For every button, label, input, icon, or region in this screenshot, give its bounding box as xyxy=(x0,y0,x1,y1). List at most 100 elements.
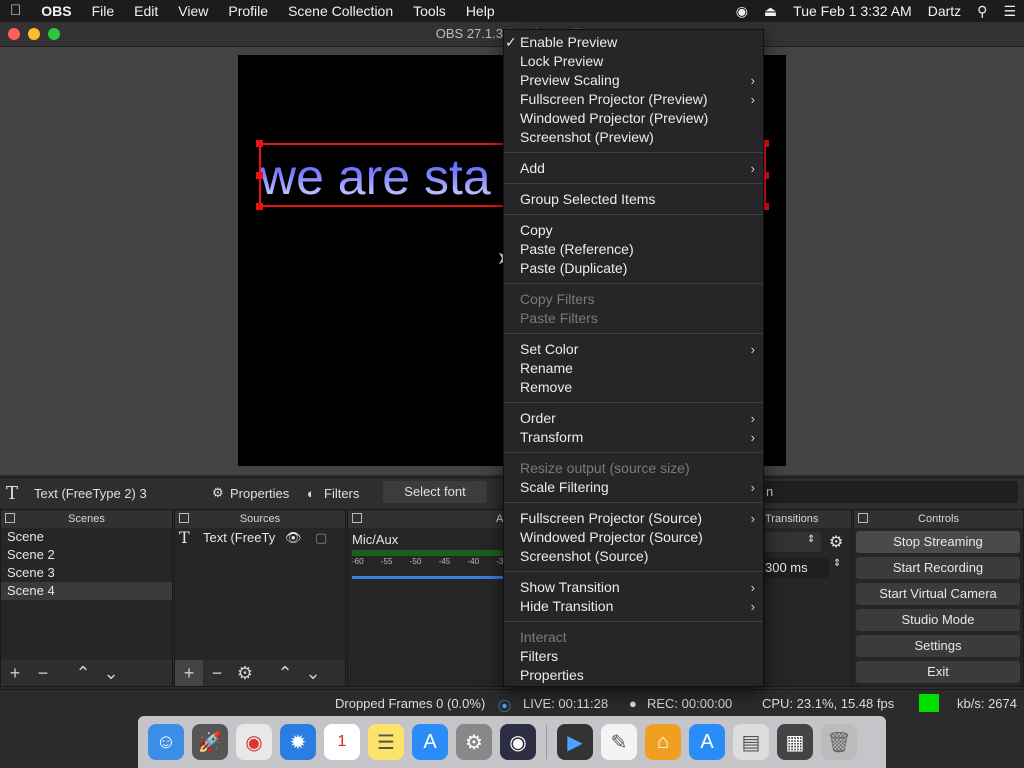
exit-button[interactable]: Exit xyxy=(856,661,1020,683)
textedit-icon[interactable]: ✎ xyxy=(601,724,637,760)
menu-item-paste-reference[interactable]: Paste (Reference) xyxy=(520,240,763,259)
menu-item-label: Enable Preview xyxy=(520,34,618,50)
menu-user[interactable]: Dartz xyxy=(928,3,961,19)
gear-icon[interactable]: ⚙ xyxy=(829,532,843,552)
dock-float-icon[interactable] xyxy=(858,513,868,523)
eye-icon[interactable]: 👁 xyxy=(285,528,302,548)
menu-item-group-selected[interactable]: Group Selected Items xyxy=(520,190,763,209)
menu-item-add[interactable]: Add › xyxy=(520,159,763,178)
studio-mode-button[interactable]: Studio Mode xyxy=(856,609,1020,631)
resize-handle-bl[interactable] xyxy=(256,203,263,210)
dock-float-icon[interactable] xyxy=(352,513,362,523)
calendar-icon[interactable]: 1 xyxy=(324,724,360,760)
scene-item[interactable]: Scene 3 xyxy=(1,564,172,582)
menu-item-filters[interactable]: Filters xyxy=(520,647,763,666)
media-player-icon[interactable]: ▶ xyxy=(557,724,593,760)
menu-help[interactable]: Help xyxy=(456,0,505,22)
menu-item-label: Set Color xyxy=(520,341,579,357)
home-icon[interactable]: ⌂ xyxy=(645,724,681,760)
obs-tray-icon[interactable]: ◉ xyxy=(736,3,748,20)
remove-source-icon[interactable]: − xyxy=(203,660,231,686)
menu-item-properties[interactable]: Properties xyxy=(520,666,763,685)
app-store-icon[interactable]: A xyxy=(412,724,448,760)
safari-icon[interactable]: ✹ xyxy=(280,724,316,760)
resize-handle-tl[interactable] xyxy=(256,140,263,147)
dock-float-icon[interactable] xyxy=(5,513,15,523)
move-up-icon[interactable]: ⌃ xyxy=(69,660,97,686)
obs-icon[interactable]: ◉ xyxy=(500,724,536,760)
notes-icon[interactable]: ☰ xyxy=(368,724,404,760)
menu-item-transform[interactable]: Transform › xyxy=(520,428,763,447)
menu-tools[interactable]: Tools xyxy=(403,0,456,22)
menu-item-rename[interactable]: Rename xyxy=(520,359,763,378)
duration-field[interactable]: 300 ms xyxy=(765,558,829,578)
menu-view[interactable]: View xyxy=(168,0,218,22)
duration-stepper-icon[interactable]: ⇕ xyxy=(833,558,841,569)
trash-icon[interactable]: 🗑 xyxy=(821,724,857,760)
scene-item-selected[interactable]: Scene 4 xyxy=(1,582,172,600)
move-up-icon[interactable]: ⌃ xyxy=(271,660,299,686)
settings-button[interactable]: Settings xyxy=(856,635,1020,657)
control-center-icon[interactable]: ☰ xyxy=(1003,3,1016,20)
menu-file[interactable]: File xyxy=(82,0,125,22)
menu-scene-collection[interactable]: Scene Collection xyxy=(278,0,403,22)
volume-slider[interactable] xyxy=(352,576,508,579)
move-down-icon[interactable]: ⌄ xyxy=(97,660,125,686)
spotlight-search-icon[interactable]: ⚲ xyxy=(977,3,987,20)
menu-edit[interactable]: Edit xyxy=(124,0,168,22)
gear-icon[interactable]: ⚙ xyxy=(231,660,259,686)
menu-item-screenshot-source[interactable]: Screenshot (Source) xyxy=(520,547,763,566)
chrome-icon[interactable]: ◉ xyxy=(236,724,272,760)
folder-stack-icon[interactable]: ▦ xyxy=(777,724,813,760)
chevron-updown-icon[interactable]: ⇕ xyxy=(807,534,815,545)
menu-item-scale-filtering[interactable]: Scale Filtering › xyxy=(520,478,763,497)
menu-separator xyxy=(504,333,763,334)
menu-item-screenshot-preview[interactable]: Screenshot (Preview) xyxy=(520,128,763,147)
menu-item-windowed-projector-source[interactable]: Windowed Projector (Source) xyxy=(520,528,763,547)
add-source-icon[interactable]: + xyxy=(175,660,203,686)
menu-profile[interactable]: Profile xyxy=(218,0,278,22)
menu-item-windowed-projector-preview[interactable]: Windowed Projector (Preview) xyxy=(520,109,763,128)
start-recording-button[interactable]: Start Recording xyxy=(856,557,1020,579)
properties-button[interactable]: Properties xyxy=(230,486,289,501)
menu-separator xyxy=(504,621,763,622)
document-icon[interactable]: ▤ xyxy=(733,724,769,760)
menu-app-obs[interactable]: OBS xyxy=(31,0,81,22)
resize-handle-ml[interactable] xyxy=(256,172,263,179)
app-store-icon-2[interactable]: A xyxy=(689,724,725,760)
menu-item-lock-preview[interactable]: Lock Preview xyxy=(520,52,763,71)
menu-item-preview-scaling[interactable]: Preview Scaling › xyxy=(520,71,763,90)
menu-item-order[interactable]: Order › xyxy=(520,409,763,428)
remove-scene-icon[interactable]: − xyxy=(29,660,57,686)
menu-item-remove[interactable]: Remove xyxy=(520,378,763,397)
menu-item-show-transition[interactable]: Show Transition › xyxy=(520,578,763,597)
lock-icon[interactable]: ▢ xyxy=(315,528,327,548)
add-scene-icon[interactable]: + xyxy=(1,660,29,686)
source-name: Text (FreeTy xyxy=(203,530,276,545)
move-down-icon[interactable]: ⌄ xyxy=(299,660,327,686)
gear-icon[interactable]: ⚙ xyxy=(212,485,224,501)
eject-icon[interactable]: ⏏ xyxy=(764,3,777,20)
system-preferences-icon[interactable]: ⚙ xyxy=(456,724,492,760)
menu-item-set-color[interactable]: Set Color › xyxy=(520,340,763,359)
finder-icon[interactable]: ☺ xyxy=(148,724,184,760)
menu-item-fullscreen-projector-preview[interactable]: Fullscreen Projector (Preview) › xyxy=(520,90,763,109)
dock-float-icon[interactable] xyxy=(179,513,189,523)
apple-icon[interactable]:  xyxy=(0,0,31,22)
stop-streaming-button[interactable]: Stop Streaming xyxy=(856,531,1020,553)
menu-item-fullscreen-projector-source[interactable]: Fullscreen Projector (Source) › xyxy=(520,509,763,528)
start-virtual-camera-button[interactable]: Start Virtual Camera xyxy=(856,583,1020,605)
launchpad-icon[interactable]: 🚀 xyxy=(192,724,228,760)
scene-item[interactable]: Scene 2 xyxy=(1,546,172,564)
menu-item-copy[interactable]: Copy xyxy=(520,221,763,240)
select-font-button[interactable]: Select font xyxy=(383,481,487,503)
menu-clock[interactable]: Tue Feb 1 3:32 AM xyxy=(793,3,912,19)
source-row[interactable]: T Text (FreeTy 👁 ▢ xyxy=(175,528,345,548)
text-field[interactable]: n xyxy=(760,481,1018,503)
scene-item[interactable]: Scene xyxy=(1,528,172,546)
filters-button[interactable]: Filters xyxy=(324,486,359,501)
menu-item-hide-transition[interactable]: Hide Transition › xyxy=(520,597,763,616)
menu-item-paste-duplicate[interactable]: Paste (Duplicate) xyxy=(520,259,763,278)
filters-icon[interactable]: ◐ xyxy=(307,486,315,501)
menu-item-enable-preview[interactable]: ✓ Enable Preview xyxy=(505,33,763,52)
